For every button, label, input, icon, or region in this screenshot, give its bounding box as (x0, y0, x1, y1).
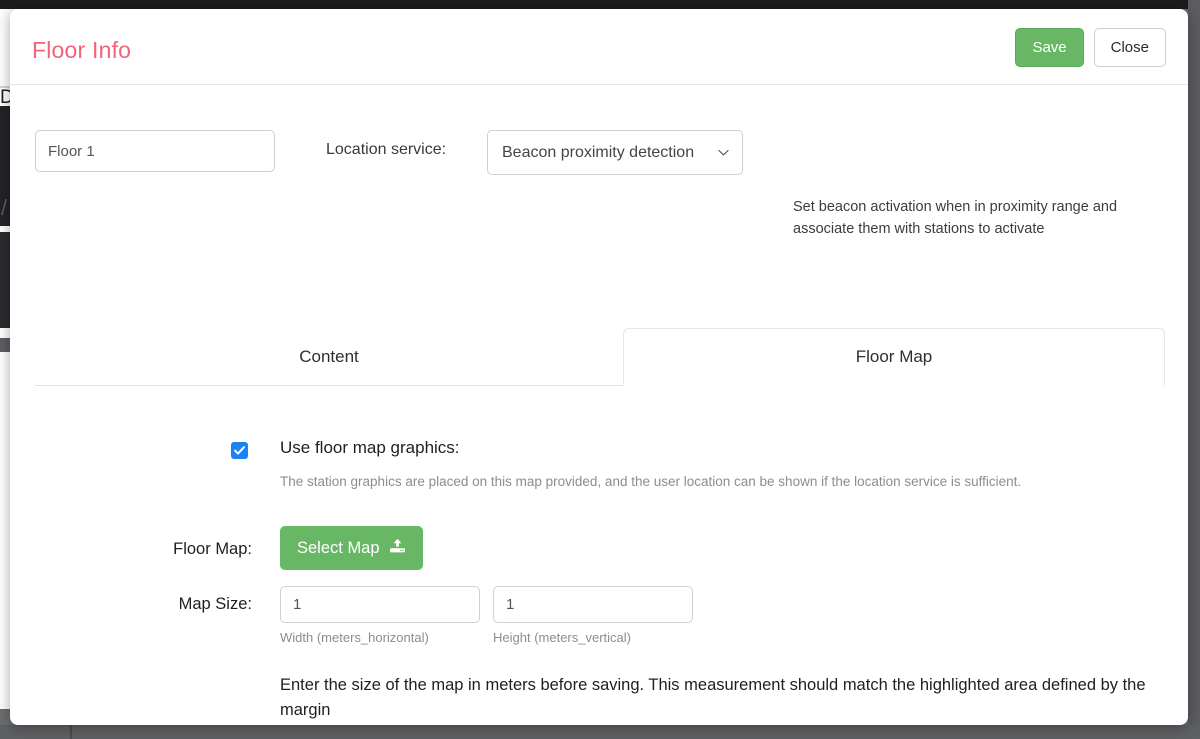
modal-body: Location service: Beacon proximity detec… (10, 85, 1188, 724)
floor-map-label: Floor Map: (82, 540, 252, 559)
backdrop-bottom-edge (0, 725, 1200, 739)
floor-map-panel: Use floor map graphics: The station grap… (35, 386, 1165, 716)
map-width-input[interactable] (280, 586, 480, 623)
map-size-label: Map Size: (82, 595, 252, 614)
backdrop-right-edge (1188, 0, 1200, 739)
location-service-select-wrap: Beacon proximity detection (487, 130, 743, 175)
modal-header: Floor Info Save Close (10, 9, 1188, 85)
tab-floor-map-label: Floor Map (856, 347, 933, 367)
map-height-input[interactable] (493, 586, 693, 623)
backdrop-bottom-tick (70, 725, 72, 739)
tab-bar: Content Floor Map (35, 328, 1165, 388)
map-size-note: Enter the size of the map in meters befo… (280, 673, 1150, 723)
location-service-help-text: Set beacon activation when in proximity … (793, 196, 1163, 240)
close-button[interactable]: Close (1094, 28, 1166, 67)
map-height-hint: Height (meters_vertical) (493, 630, 631, 645)
tab-content-label: Content (299, 347, 359, 367)
location-service-label: Location service: (326, 141, 446, 159)
location-service-select[interactable]: Beacon proximity detection (487, 130, 743, 175)
floor-name-input[interactable] (35, 130, 275, 172)
select-map-button-label: Select Map (297, 540, 380, 557)
use-floor-map-graphics-checkbox[interactable] (231, 442, 248, 459)
backdrop-dark-band (0, 0, 1200, 9)
header-actions: Save Close (1015, 28, 1166, 67)
upload-icon (389, 538, 406, 558)
tab-content[interactable]: Content (35, 328, 623, 386)
save-button[interactable]: Save (1015, 28, 1083, 67)
floor-settings-row: Location service: Beacon proximity detec… (10, 130, 1188, 178)
page-title: Floor Info (32, 37, 131, 64)
use-floor-map-graphics-description: The station graphics are placed on this … (280, 474, 1021, 489)
select-map-button[interactable]: Select Map (280, 526, 423, 570)
map-width-hint: Width (meters_horizontal) (280, 630, 429, 645)
use-floor-map-graphics-label: Use floor map graphics: (280, 438, 460, 458)
floor-info-modal: Floor Info Save Close Location service: … (10, 9, 1188, 725)
tab-floor-map[interactable]: Floor Map (623, 328, 1165, 386)
